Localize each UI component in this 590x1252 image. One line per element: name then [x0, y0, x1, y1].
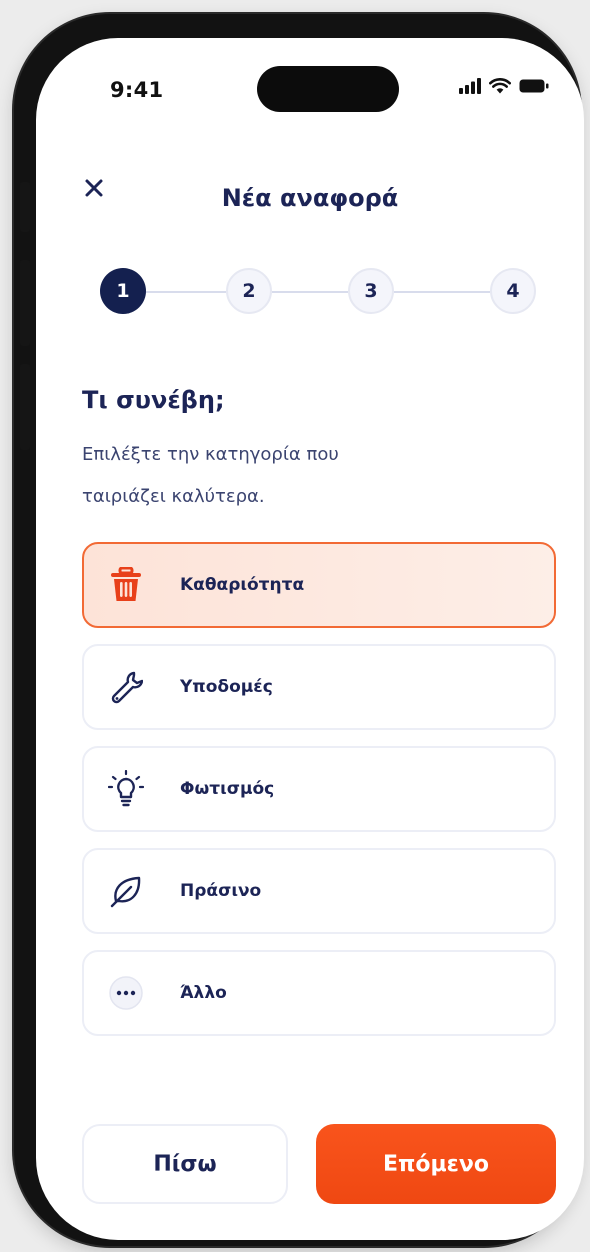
status-time: 9:41	[110, 78, 164, 102]
status-icons	[459, 78, 549, 94]
option-infrastructure[interactable]: Υποδομές	[82, 644, 556, 730]
option-cleanliness[interactable]: Καθαριότητα	[82, 542, 556, 628]
page-title: Νέα αναφορά	[221, 184, 399, 212]
stepper-connector	[272, 291, 348, 293]
phone-volume-up-button	[20, 260, 30, 346]
battery-icon	[519, 79, 549, 93]
option-other[interactable]: Άλλο	[82, 950, 556, 1036]
more-icon	[109, 976, 143, 1010]
phone-volume-down-button	[20, 364, 30, 450]
step-2: 2	[226, 268, 272, 314]
lightbulb-icon	[108, 770, 144, 807]
trash-icon	[111, 567, 141, 601]
question-subtitle-line: ταιριάζει καλύτερα.	[82, 486, 265, 507]
wifi-icon	[489, 78, 511, 94]
step-3: 3	[348, 268, 394, 314]
question-title: Τι συνέβη;	[82, 386, 225, 414]
progress-stepper: 1 2 3 4	[100, 268, 536, 316]
stepper-connector	[146, 291, 226, 293]
option-label: Άλλο	[180, 983, 227, 1003]
next-button[interactable]: Επόμενο	[316, 1124, 556, 1204]
option-lighting[interactable]: Φωτισμός	[82, 746, 556, 832]
phone-action-button	[20, 182, 30, 232]
question-subtitle-line: Επιλέξτε την κατηγορία που	[82, 444, 339, 465]
option-label: Πράσινο	[180, 881, 262, 901]
back-button[interactable]: Πίσω	[82, 1124, 288, 1204]
category-options: Καθαριότητα Υποδομές Φωτισμός Πράσινο Άλ…	[82, 542, 556, 1052]
option-label: Υποδομές	[180, 677, 273, 697]
leaf-icon	[110, 876, 141, 908]
option-label: Καθαριότητα	[180, 575, 305, 595]
phone-frame: 9:41 Νέα αναφορά 1 2 3 4 Τι συνέβη; Επιλ…	[14, 14, 584, 1246]
stepper-connector	[394, 291, 490, 293]
option-label: Φωτισμός	[180, 779, 275, 799]
app-screen: 9:41 Νέα αναφορά 1 2 3 4 Τι συνέβη; Επιλ…	[36, 38, 584, 1240]
question-subtitle: Επιλέξτε την κατηγορία που ταιριάζει καλ…	[82, 434, 442, 518]
wrench-icon	[111, 671, 143, 704]
signal-icon	[459, 78, 481, 94]
step-4: 4	[490, 268, 536, 314]
step-1: 1	[100, 268, 146, 314]
option-greenery[interactable]: Πράσινο	[82, 848, 556, 934]
dynamic-island	[257, 66, 399, 112]
